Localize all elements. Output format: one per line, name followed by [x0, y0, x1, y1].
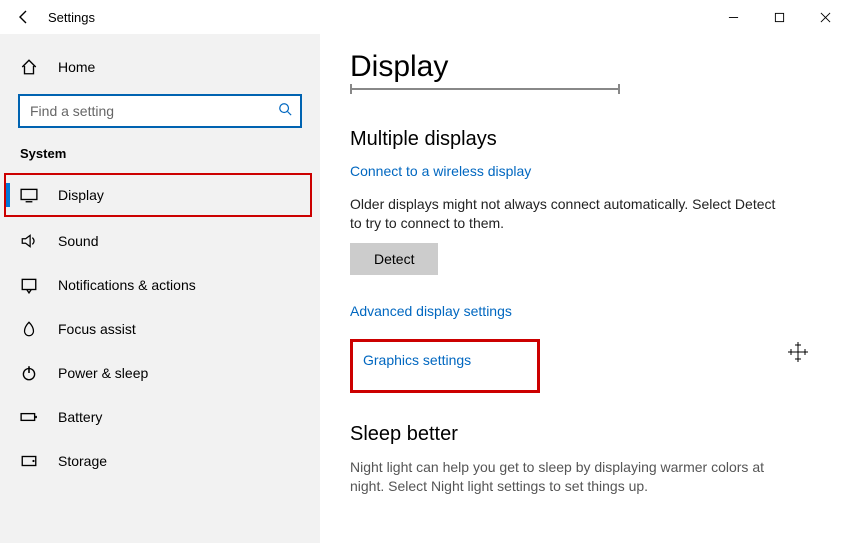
sidebar-item-display[interactable]: Display: [4, 173, 312, 217]
storage-icon: [20, 452, 38, 470]
sidebar-item-storage[interactable]: Storage: [0, 439, 320, 483]
sidebar-item-label: Power & sleep: [58, 365, 148, 381]
sidebar: Home System Display Sound: [0, 34, 320, 543]
sidebar-item-home[interactable]: Home: [0, 48, 320, 86]
sidebar-item-label: Sound: [58, 233, 98, 249]
sidebar-item-power-sleep[interactable]: Power & sleep: [0, 351, 320, 395]
close-button[interactable]: [802, 2, 848, 32]
sidebar-item-focus-assist[interactable]: Focus assist: [0, 307, 320, 351]
sleep-better-text: Night light can help you get to sleep by…: [350, 458, 780, 496]
sidebar-item-label: Notifications & actions: [58, 277, 196, 293]
sidebar-item-label: Storage: [58, 453, 107, 469]
search-icon: [278, 102, 292, 121]
home-icon: [20, 58, 38, 76]
title-underline: [350, 88, 620, 90]
sleep-better-heading: Sleep better: [350, 423, 816, 446]
detect-button[interactable]: Detect: [350, 243, 438, 275]
sidebar-item-battery[interactable]: Battery: [0, 395, 320, 439]
focus-assist-icon: [20, 320, 38, 338]
sidebar-item-sound[interactable]: Sound: [0, 219, 320, 263]
sidebar-section-label: System: [0, 142, 320, 171]
back-button[interactable]: [6, 0, 42, 35]
sidebar-item-label: Focus assist: [58, 321, 136, 337]
graphics-settings-highlight: Graphics settings: [350, 339, 540, 393]
page-title: Display: [350, 50, 816, 84]
sidebar-item-notifications[interactable]: Notifications & actions: [0, 263, 320, 307]
display-icon: [20, 186, 38, 204]
sound-icon: [20, 232, 38, 250]
search-input[interactable]: [30, 103, 278, 119]
sidebar-item-label: Battery: [58, 409, 102, 425]
power-icon: [20, 364, 38, 382]
minimize-button[interactable]: [710, 2, 756, 32]
multiple-displays-heading: Multiple displays: [350, 128, 816, 151]
notifications-icon: [20, 276, 38, 294]
advanced-display-settings-link[interactable]: Advanced display settings: [350, 303, 816, 319]
sidebar-home-label: Home: [58, 59, 95, 75]
connect-wireless-display-link[interactable]: Connect to a wireless display: [350, 163, 531, 179]
search-input-container[interactable]: [18, 94, 302, 128]
maximize-button[interactable]: [756, 2, 802, 32]
older-displays-text: Older displays might not always connect …: [350, 195, 780, 233]
sidebar-item-label: Display: [58, 187, 104, 203]
main-content: Display Multiple displays Connect to a w…: [320, 34, 848, 543]
window-title: Settings: [42, 10, 710, 25]
graphics-settings-link[interactable]: Graphics settings: [363, 352, 527, 368]
battery-icon: [20, 408, 38, 426]
cursor-icon: [788, 342, 808, 368]
